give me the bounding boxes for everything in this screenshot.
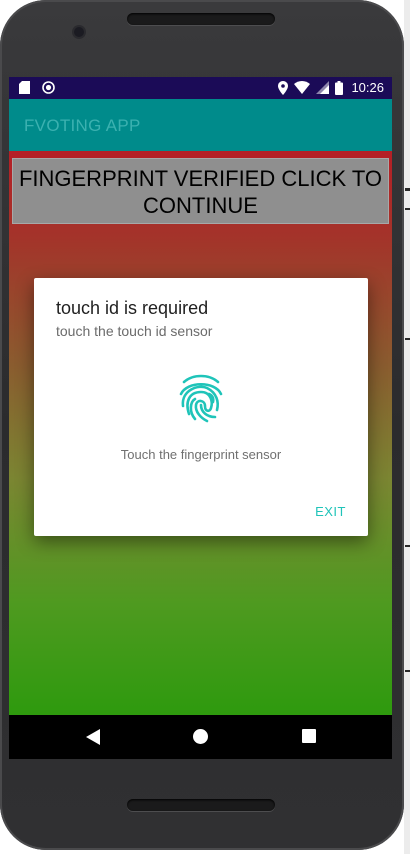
bottom-speaker — [127, 799, 275, 811]
edge-mark — [405, 208, 410, 210]
fingerprint-hint: Touch the fingerprint sensor — [120, 447, 282, 462]
wifi-icon — [294, 81, 311, 94]
status-time: 10:26 — [351, 80, 384, 95]
battery-icon — [335, 80, 344, 95]
record-icon — [42, 81, 55, 94]
navigation-bar — [9, 715, 392, 759]
right-edge — [404, 0, 410, 854]
recents-icon[interactable] — [302, 729, 316, 743]
phone-frame: 10:26 FVOTING APP FINGERPRINT VERIFIED C… — [0, 0, 404, 850]
home-icon[interactable] — [193, 729, 208, 744]
front-camera-icon — [74, 27, 84, 37]
dialog-subtitle: touch the touch id sensor — [56, 323, 213, 339]
edge-mark — [405, 188, 410, 191]
exit-button[interactable]: EXIT — [315, 504, 346, 519]
fingerprint-verified-button[interactable]: FINGERPRINT VERIFIED CLICK TO CONTINUE — [12, 158, 389, 224]
top-speaker — [127, 13, 275, 25]
app-title: FVOTING APP — [24, 116, 141, 135]
edge-mark — [405, 670, 410, 672]
signal-icon — [316, 81, 330, 94]
app-bar: FVOTING APP — [9, 99, 392, 151]
touch-id-dialog: touch id is required touch the touch id … — [34, 278, 368, 536]
location-icon — [278, 80, 289, 95]
status-bar: 10:26 — [9, 77, 392, 99]
edge-mark — [405, 545, 410, 547]
device-screen: 10:26 FVOTING APP FINGERPRINT VERIFIED C… — [9, 77, 392, 759]
edge-mark — [405, 338, 410, 340]
dialog-title: touch id is required — [56, 298, 209, 318]
back-icon[interactable] — [86, 729, 100, 745]
sd-card-icon — [19, 81, 30, 94]
fingerprint-icon — [179, 374, 223, 423]
